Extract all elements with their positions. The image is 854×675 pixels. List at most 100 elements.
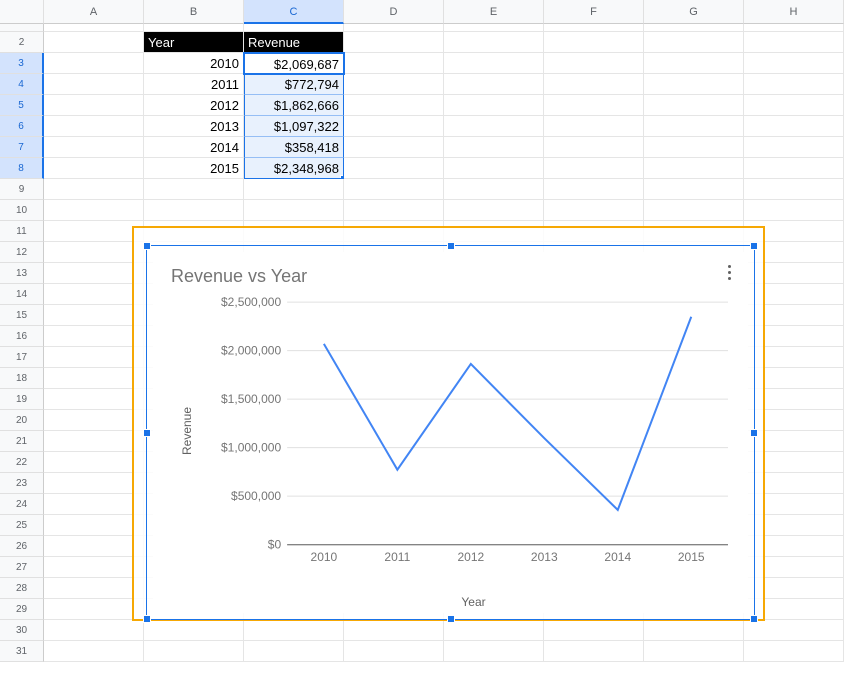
cell-C30[interactable] xyxy=(244,620,344,641)
cell-D2[interactable] xyxy=(344,32,444,53)
cell-C5[interactable]: $1,862,666 xyxy=(244,95,344,116)
fill-handle[interactable] xyxy=(340,175,344,179)
chart-container[interactable]: Revenue vs Year Revenue Year $0$500,000$… xyxy=(153,252,748,613)
cell-E2[interactable] xyxy=(444,32,544,53)
col-header-B[interactable]: B xyxy=(144,0,244,24)
cell-D31[interactable] xyxy=(344,641,444,662)
row-header-15[interactable]: 15 xyxy=(0,305,44,326)
cell-H4[interactable] xyxy=(744,74,844,95)
cell-A14[interactable] xyxy=(44,284,144,305)
cell-D4[interactable] xyxy=(344,74,444,95)
cell-H30[interactable] xyxy=(744,620,844,641)
cell-D6[interactable] xyxy=(344,116,444,137)
cell-D8[interactable] xyxy=(344,158,444,179)
row-header-1[interactable] xyxy=(0,24,44,32)
cell-E1[interactable] xyxy=(444,24,544,32)
cell-A8[interactable] xyxy=(44,158,144,179)
cell-E9[interactable] xyxy=(444,179,544,200)
cell-H2[interactable] xyxy=(744,32,844,53)
cell-B10[interactable] xyxy=(144,200,244,221)
cell-F8[interactable] xyxy=(544,158,644,179)
cell-A9[interactable] xyxy=(44,179,144,200)
cell-A15[interactable] xyxy=(44,305,144,326)
cell-E4[interactable] xyxy=(444,74,544,95)
col-header-C[interactable]: C xyxy=(244,0,344,24)
chart-plot-area[interactable]: Revenue Year $0$500,000$1,000,000$1,500,… xyxy=(213,296,734,565)
resize-handle-tr[interactable] xyxy=(750,242,758,250)
cell-A7[interactable] xyxy=(44,137,144,158)
cell-A20[interactable] xyxy=(44,410,144,431)
cell-H5[interactable] xyxy=(744,95,844,116)
cell-C7[interactable]: $358,418 xyxy=(244,137,344,158)
col-header-F[interactable]: F xyxy=(544,0,644,24)
cell-F7[interactable] xyxy=(544,137,644,158)
cell-A24[interactable] xyxy=(44,494,144,515)
cell-G1[interactable] xyxy=(644,24,744,32)
row-header-22[interactable]: 22 xyxy=(0,452,44,473)
cell-C31[interactable] xyxy=(244,641,344,662)
cell-A5[interactable] xyxy=(44,95,144,116)
cell-A4[interactable] xyxy=(44,74,144,95)
row-header-2[interactable]: 2 xyxy=(0,32,44,53)
cell-G31[interactable] xyxy=(644,641,744,662)
row-header-28[interactable]: 28 xyxy=(0,578,44,599)
cell-A13[interactable] xyxy=(44,263,144,284)
cell-E3[interactable] xyxy=(444,53,544,74)
row-header-10[interactable]: 10 xyxy=(0,200,44,221)
cell-H8[interactable] xyxy=(744,158,844,179)
row-header-12[interactable]: 12 xyxy=(0,242,44,263)
cell-A28[interactable] xyxy=(44,578,144,599)
row-header-18[interactable]: 18 xyxy=(0,368,44,389)
cell-D5[interactable] xyxy=(344,95,444,116)
cell-E6[interactable] xyxy=(444,116,544,137)
cell-C2[interactable]: Revenue xyxy=(244,32,344,53)
cell-A2[interactable] xyxy=(44,32,144,53)
row-header-21[interactable]: 21 xyxy=(0,431,44,452)
cell-B6[interactable]: 2013 xyxy=(144,116,244,137)
cell-A12[interactable] xyxy=(44,242,144,263)
cell-A21[interactable] xyxy=(44,431,144,452)
row-header-24[interactable]: 24 xyxy=(0,494,44,515)
cell-F4[interactable] xyxy=(544,74,644,95)
cell-D9[interactable] xyxy=(344,179,444,200)
cell-A30[interactable] xyxy=(44,620,144,641)
cell-H6[interactable] xyxy=(744,116,844,137)
cell-A6[interactable] xyxy=(44,116,144,137)
cell-F2[interactable] xyxy=(544,32,644,53)
row-header-23[interactable]: 23 xyxy=(0,473,44,494)
chart-menu-button[interactable] xyxy=(720,262,738,284)
cell-B4[interactable]: 2011 xyxy=(144,74,244,95)
col-header-A[interactable]: A xyxy=(44,0,144,24)
cell-F5[interactable] xyxy=(544,95,644,116)
chart-title[interactable]: Revenue vs Year xyxy=(171,266,307,287)
cell-A22[interactable] xyxy=(44,452,144,473)
cell-A16[interactable] xyxy=(44,326,144,347)
row-header-27[interactable]: 27 xyxy=(0,557,44,578)
cell-C4[interactable]: $772,794 xyxy=(244,74,344,95)
row-header-11[interactable]: 11 xyxy=(0,221,44,242)
col-header-H[interactable]: H xyxy=(744,0,844,24)
col-header-D[interactable]: D xyxy=(344,0,444,24)
row-header-25[interactable]: 25 xyxy=(0,515,44,536)
cell-C1[interactable] xyxy=(244,24,344,32)
cell-B1[interactable] xyxy=(144,24,244,32)
cell-B9[interactable] xyxy=(144,179,244,200)
cell-D7[interactable] xyxy=(344,137,444,158)
cell-A27[interactable] xyxy=(44,557,144,578)
cell-D30[interactable] xyxy=(344,620,444,641)
row-header-7[interactable]: 7 xyxy=(0,137,44,158)
cell-G8[interactable] xyxy=(644,158,744,179)
row-header-31[interactable]: 31 xyxy=(0,641,44,662)
cell-A25[interactable] xyxy=(44,515,144,536)
row-header-3[interactable]: 3 xyxy=(0,53,44,74)
row-header-4[interactable]: 4 xyxy=(0,74,44,95)
cell-E30[interactable] xyxy=(444,620,544,641)
cell-A11[interactable] xyxy=(44,221,144,242)
cell-E8[interactable] xyxy=(444,158,544,179)
cell-A18[interactable] xyxy=(44,368,144,389)
row-header-16[interactable]: 16 xyxy=(0,326,44,347)
cell-E10[interactable] xyxy=(444,200,544,221)
cell-C3[interactable]: $2,069,687 xyxy=(244,53,344,74)
row-header-17[interactable]: 17 xyxy=(0,347,44,368)
cell-F30[interactable] xyxy=(544,620,644,641)
